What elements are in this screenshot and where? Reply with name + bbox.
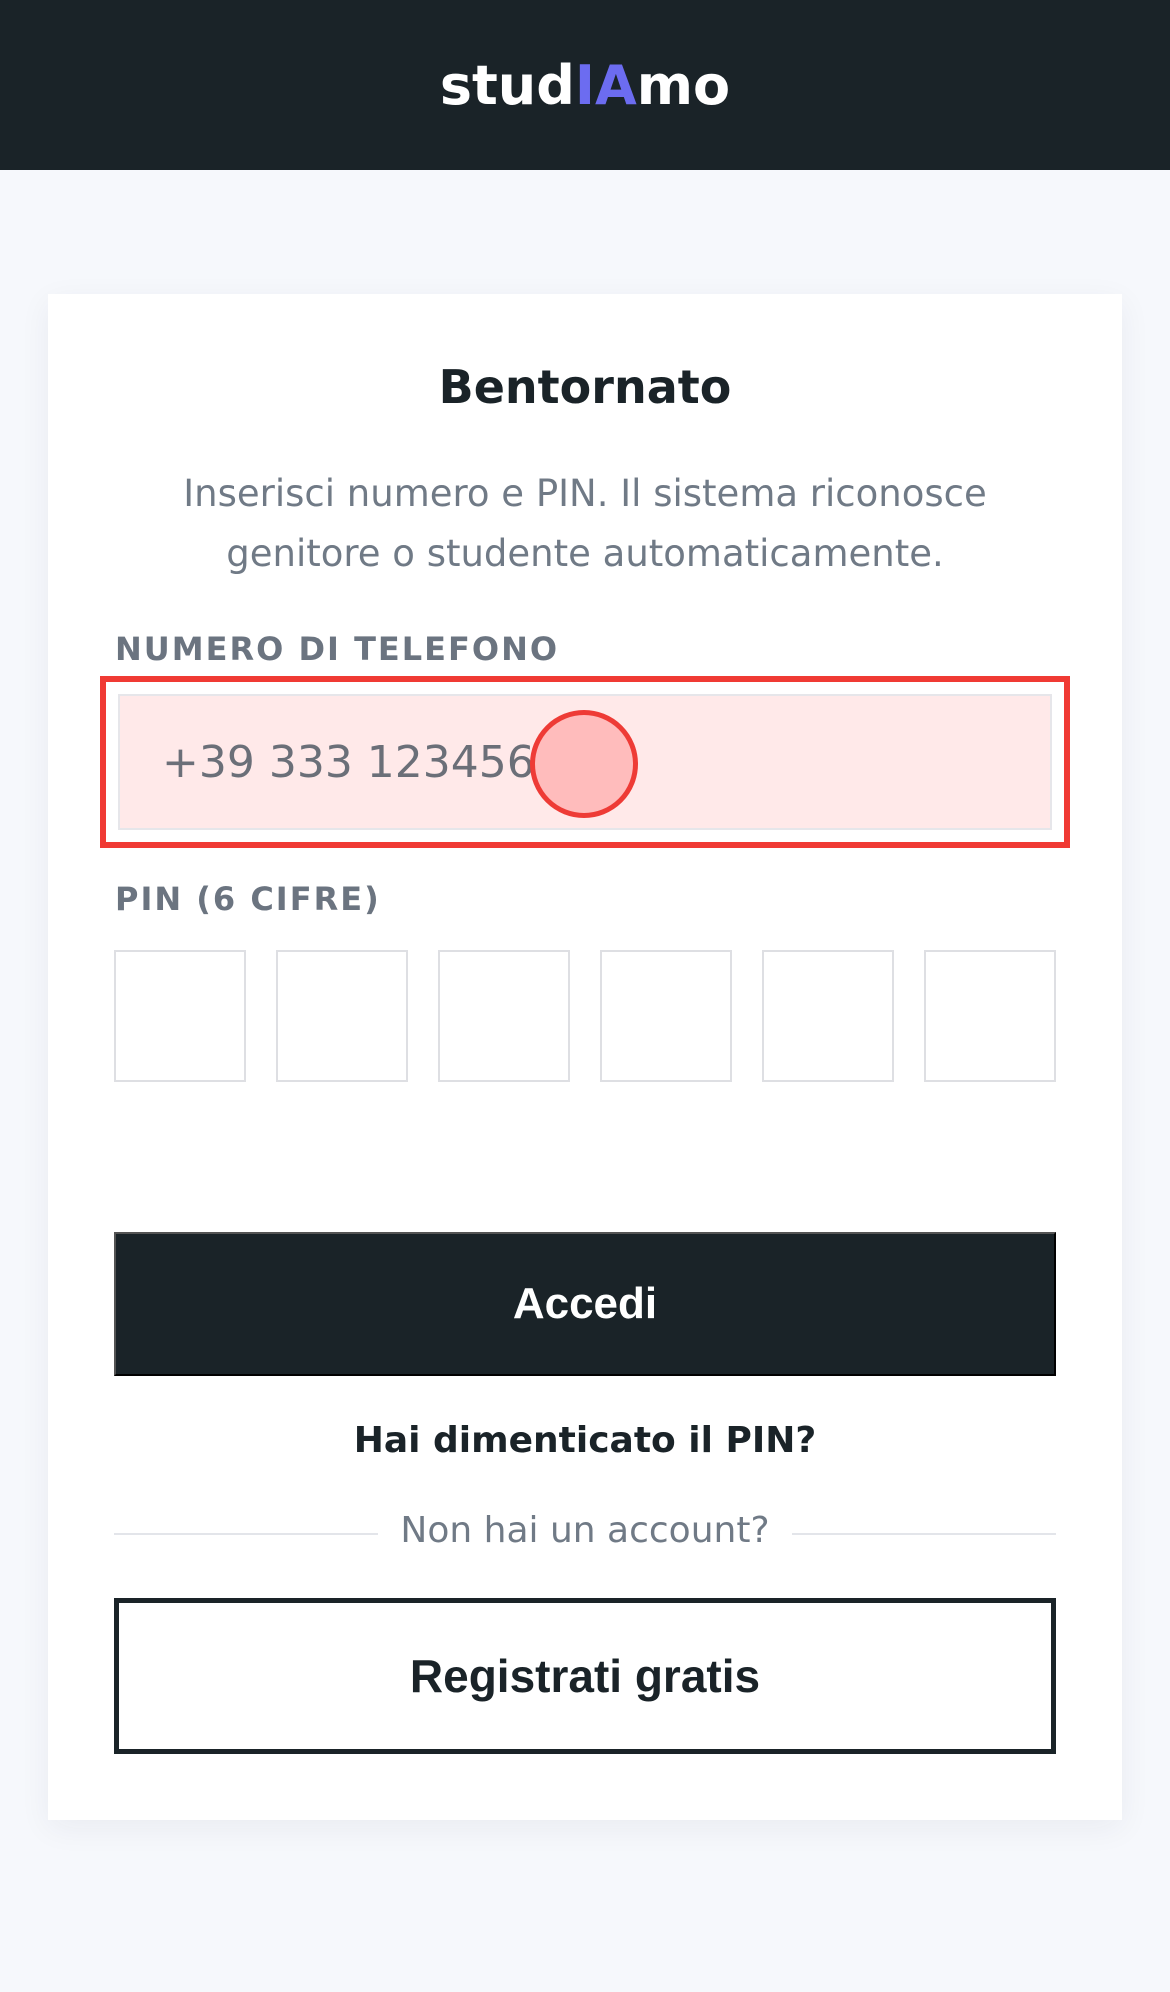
no-account-text: Non hai un account?: [400, 1510, 770, 1551]
pin-digit-5[interactable]: [762, 950, 894, 1082]
tap-indicator: [530, 710, 638, 818]
register-button[interactable]: Registrati gratis: [114, 1598, 1056, 1754]
divider-left: [114, 1533, 378, 1535]
login-description: Inserisci numero e PIN. Il sistema ricon…: [183, 472, 987, 575]
pin-digit-6[interactable]: [924, 950, 1056, 1082]
phone-placeholder: +39 333 1234567: [162, 736, 563, 788]
pin-digit-4[interactable]: [600, 950, 732, 1082]
pin-digit-1[interactable]: [114, 950, 246, 1082]
pin-digit-3[interactable]: [438, 950, 570, 1082]
forgot-pin-link[interactable]: Hai dimenticato il PIN?: [0, 1420, 1170, 1461]
login-button[interactable]: Accedi: [114, 1232, 1056, 1376]
brand-text-suffix: mo: [636, 53, 731, 117]
pin-digit-2[interactable]: [276, 950, 408, 1082]
brand-text-prefix: stud: [439, 53, 575, 117]
brand-logo[interactable]: studIAmo: [440, 54, 730, 117]
app-header: studIAmo: [0, 0, 1170, 170]
pin-label: PIN (6 CIFRE): [115, 880, 381, 918]
phone-label: NUMERO DI TELEFONO: [115, 630, 560, 668]
brand-text-accent: IA: [574, 53, 637, 117]
page-title: Bentornato: [438, 360, 732, 414]
divider-right: [792, 1533, 1056, 1535]
